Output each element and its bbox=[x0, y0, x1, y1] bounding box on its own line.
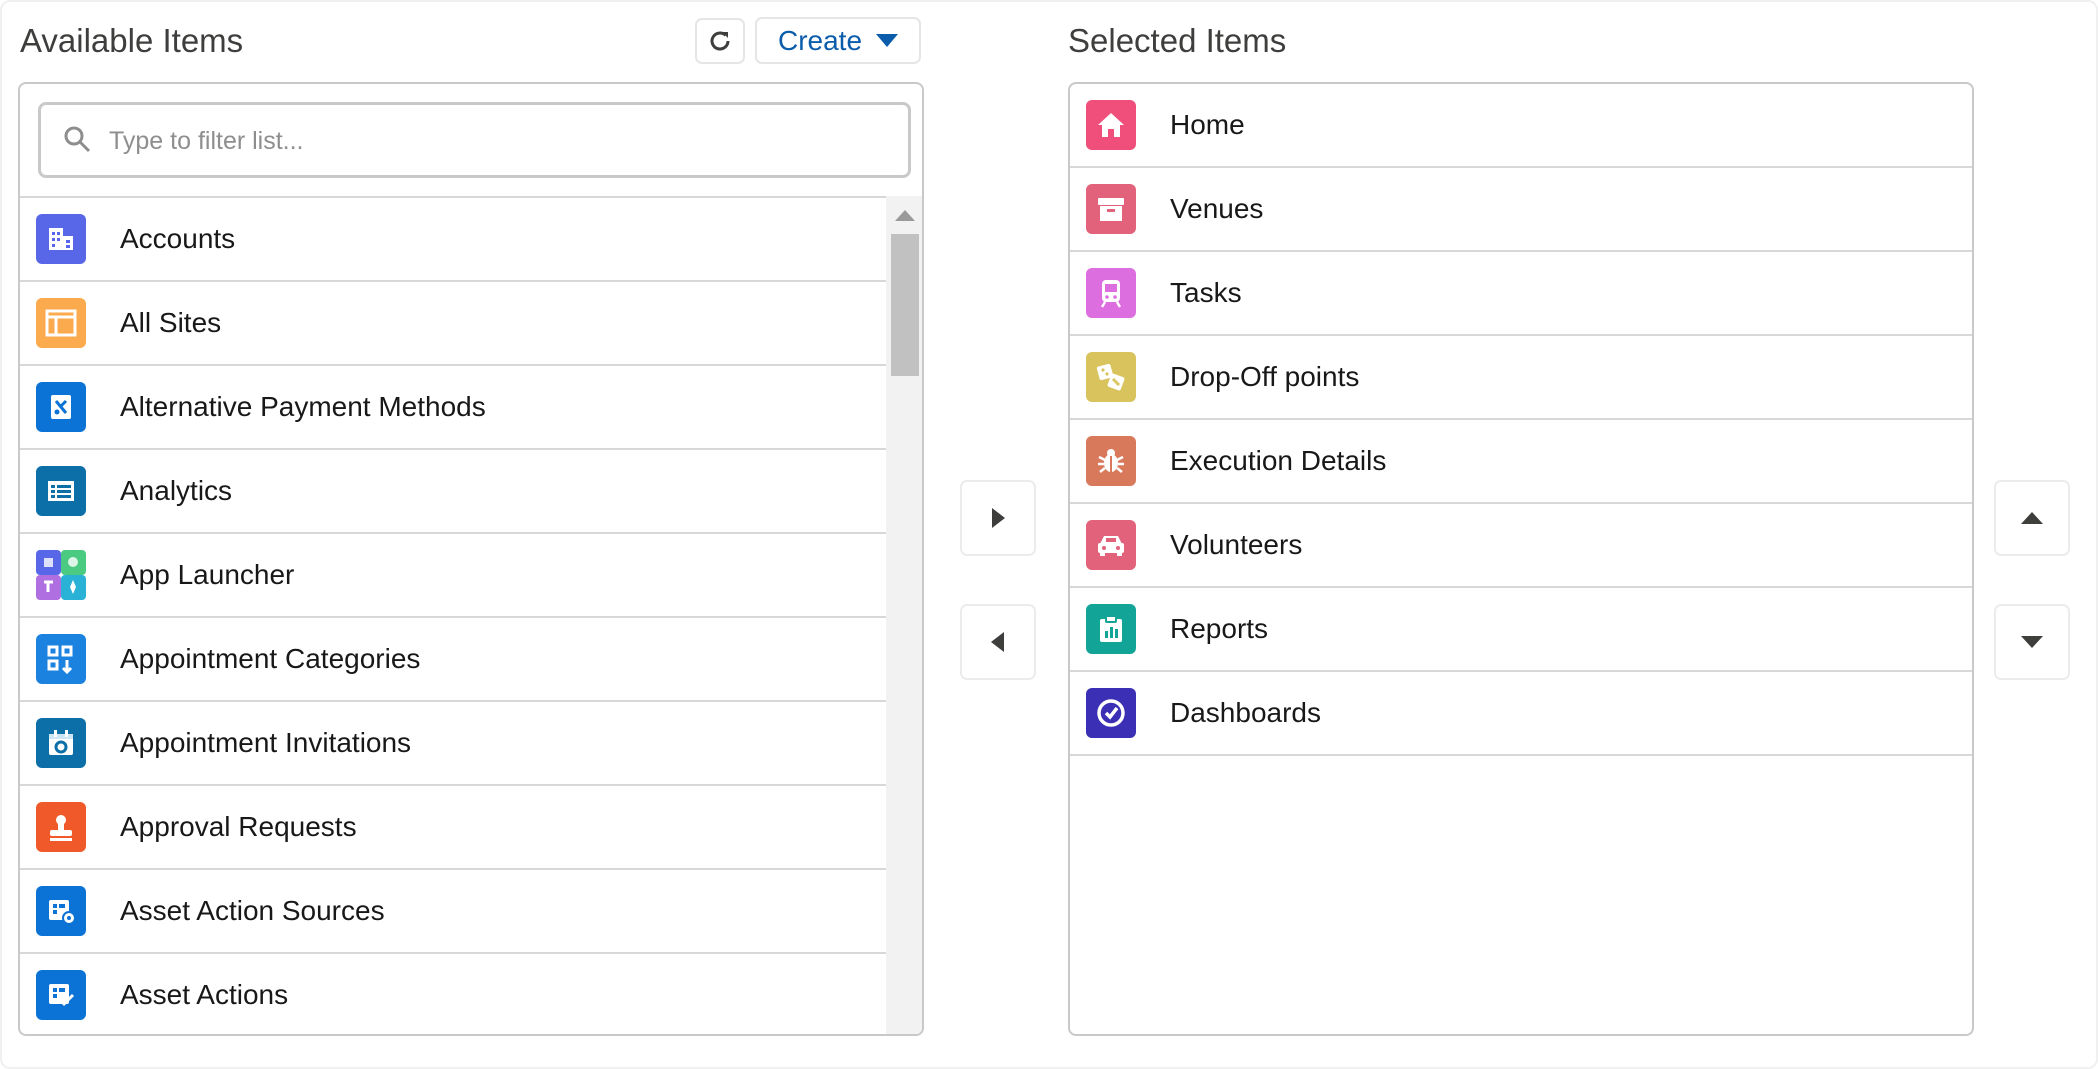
accounts-icon bbox=[36, 214, 86, 264]
filter-search-box[interactable] bbox=[38, 102, 911, 178]
list-item-label: App Launcher bbox=[120, 559, 295, 590]
tasks-train-icon bbox=[1086, 268, 1136, 318]
search-icon bbox=[64, 126, 91, 153]
list-item[interactable]: Asset Actions bbox=[20, 954, 886, 1034]
list-item[interactable]: Tasks bbox=[1070, 252, 1972, 336]
list-item-label: Appointment Categories bbox=[120, 643, 421, 674]
selected-items-panel: Home Venues Tasks Drop-Off points Execut… bbox=[1068, 82, 1974, 1036]
list-item-label: Analytics bbox=[120, 475, 233, 506]
selected-items-heading: Selected Items bbox=[1068, 22, 1287, 59]
move-to-selected-button[interactable] bbox=[960, 480, 1036, 556]
volunteers-car-icon bbox=[1086, 520, 1136, 570]
list-item[interactable]: Accounts bbox=[20, 198, 886, 282]
list-item[interactable]: Appointment Invitations bbox=[20, 702, 886, 786]
list-item-label: Accounts bbox=[120, 223, 236, 254]
list-item-label: Reports bbox=[1170, 613, 1269, 644]
list-item-label: Home bbox=[1170, 109, 1245, 140]
list-item[interactable]: Home bbox=[1070, 84, 1972, 168]
asset-action-icon bbox=[36, 970, 86, 1020]
available-items-list: Accounts All Sites Alternative Payment M… bbox=[20, 196, 886, 1034]
dashboards-icon bbox=[1086, 688, 1136, 738]
list-item[interactable]: Execution Details bbox=[1070, 420, 1972, 504]
approval-stamp-icon bbox=[36, 802, 86, 852]
scroll-up-arrow-icon[interactable] bbox=[895, 208, 915, 222]
venues-archive-icon bbox=[1086, 184, 1136, 234]
chevron-right-icon bbox=[992, 508, 1005, 528]
list-item-label: Dashboards bbox=[1170, 697, 1321, 728]
list-scrollbar[interactable] bbox=[886, 196, 922, 1034]
list-item[interactable]: Approval Requests bbox=[20, 786, 886, 870]
list-item[interactable]: Volunteers bbox=[1070, 504, 1972, 588]
chevron-down-icon bbox=[876, 33, 899, 47]
list-item-label: Drop-Off points bbox=[1170, 361, 1360, 392]
payment-method-icon bbox=[36, 382, 86, 432]
move-down-button[interactable] bbox=[1994, 604, 2070, 680]
list-item-label: Approval Requests bbox=[120, 811, 357, 842]
list-item-label: Volunteers bbox=[1170, 529, 1303, 560]
chevron-up-icon bbox=[2021, 512, 2043, 524]
list-item-label: Tasks bbox=[1170, 277, 1242, 308]
list-item[interactable]: Appointment Categories bbox=[20, 618, 886, 702]
list-item[interactable]: Asset Action Sources bbox=[20, 870, 886, 954]
selected-items-list: Home Venues Tasks Drop-Off points Execut… bbox=[1070, 84, 1972, 1034]
list-item[interactable]: App Launcher bbox=[20, 534, 886, 618]
drop-off-dice-icon bbox=[1086, 352, 1136, 402]
analytics-icon bbox=[36, 466, 86, 516]
list-item-label: All Sites bbox=[120, 307, 222, 338]
list-item[interactable]: Alternative Payment Methods bbox=[20, 366, 886, 450]
list-item[interactable]: Dashboards bbox=[1070, 672, 1972, 756]
appointment-categories-icon bbox=[36, 634, 86, 684]
chevron-left-icon bbox=[991, 632, 1004, 652]
scrollbar-thumb[interactable] bbox=[891, 234, 919, 376]
move-to-available-button[interactable] bbox=[960, 604, 1036, 680]
list-item[interactable]: Analytics bbox=[20, 450, 886, 534]
move-up-button[interactable] bbox=[1994, 480, 2070, 556]
refresh-button[interactable] bbox=[695, 18, 745, 64]
list-item[interactable]: Reports bbox=[1070, 588, 1972, 672]
list-item[interactable]: Drop-Off points bbox=[1070, 336, 1972, 420]
available-items-heading: Available Items bbox=[20, 22, 244, 59]
appointment-invitations-icon bbox=[36, 718, 86, 768]
create-button-label: Create bbox=[777, 24, 863, 56]
execution-bug-icon bbox=[1086, 436, 1136, 486]
app-launcher-icon bbox=[36, 550, 86, 600]
all-sites-icon bbox=[36, 298, 86, 348]
list-item[interactable]: All Sites bbox=[20, 282, 886, 366]
available-items-panel: Accounts All Sites Alternative Payment M… bbox=[18, 82, 924, 1036]
filter-list-input[interactable] bbox=[107, 115, 891, 167]
list-item[interactable]: Venues bbox=[1070, 168, 1972, 252]
list-item-label: Asset Action Sources bbox=[120, 895, 385, 926]
list-item-label: Execution Details bbox=[1170, 445, 1387, 476]
refresh-icon bbox=[710, 31, 730, 51]
asset-action-source-icon bbox=[36, 886, 86, 936]
home-icon bbox=[1086, 100, 1136, 150]
chevron-down-icon bbox=[2021, 636, 2043, 648]
reports-icon bbox=[1086, 604, 1136, 654]
create-button[interactable]: Create bbox=[755, 17, 921, 64]
list-item-label: Appointment Invitations bbox=[120, 727, 412, 758]
list-item-label: Alternative Payment Methods bbox=[120, 391, 486, 422]
list-item-label: Asset Actions bbox=[120, 979, 289, 1010]
list-item-label: Venues bbox=[1170, 193, 1264, 224]
